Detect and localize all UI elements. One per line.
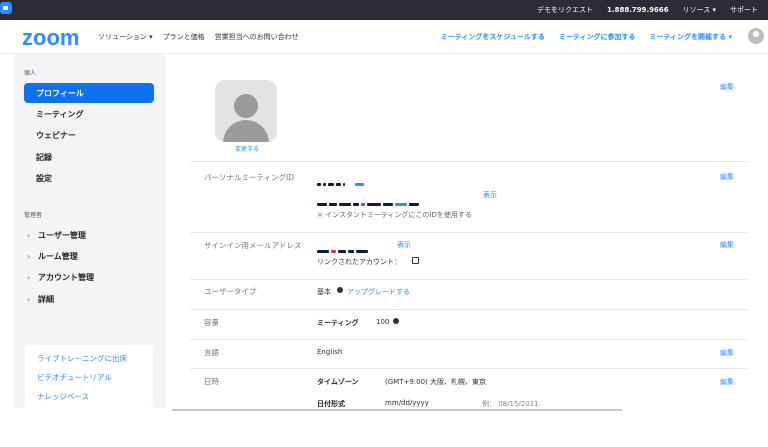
date-format-example: 例： 08/15/2011 <box>482 400 539 408</box>
signin-email-label: サインイン用メールアドレス <box>204 241 302 250</box>
solutions-menu[interactable]: ソリューション ▾ <box>98 32 153 42</box>
sidebar-item-label: ユーザー管理 <box>38 230 86 240</box>
language-label: 言語 <box>204 348 219 357</box>
video-tutorials-link[interactable]: ビデオチュートリアル <box>37 372 112 383</box>
instant-meeting-option[interactable]: × インスタントミーティングにこのIDを使用する <box>317 210 472 220</box>
sidebar-item-user-management[interactable]: › ユーザー管理 <box>24 225 154 245</box>
capacity-label: 容量 <box>204 318 219 327</box>
meeting-capacity-label: ミーティング <box>317 319 359 327</box>
sidebar-item-room-management[interactable]: › ルーム管理 <box>24 246 154 266</box>
edit-pmi-button[interactable]: 編集 <box>720 172 734 182</box>
edit-email-button[interactable]: 編集 <box>720 240 734 250</box>
live-training-link[interactable]: ライブトレーニングに出席 <box>37 353 127 364</box>
schedule-meeting-link[interactable]: ミーティングをスケジュールする <box>441 32 545 42</box>
request-demo-link[interactable]: デモをリクエスト <box>537 5 593 15</box>
support-link[interactable]: サポート <box>730 5 758 15</box>
help-circle-icon[interactable] <box>393 318 399 324</box>
knowledge-base-link[interactable]: ナレッジベース <box>37 391 89 402</box>
redacted-text <box>317 194 421 206</box>
date-format-label: 日付形式 <box>317 400 345 408</box>
language-row: 言語 English 編集 <box>190 340 748 369</box>
help-circle-icon[interactable] <box>337 287 343 293</box>
primary-nav: ソリューション ▾ プランと価格 営業担当へのお問い合わせ <box>98 20 299 54</box>
main-header: zoom ソリューション ▾ プランと価格 営業担当へのお問い合わせ ミーティン… <box>0 20 768 54</box>
join-meeting-link[interactable]: ミーティングに参加する <box>559 32 636 42</box>
sidebar-item-label: 詳細 <box>38 294 54 304</box>
edit-language-button[interactable]: 編集 <box>720 348 734 358</box>
sidebar-item-webinars[interactable]: ウェビナー <box>24 125 154 145</box>
upgrade-link[interactable]: アップグレードする <box>347 287 410 297</box>
sidebar-item-settings[interactable]: 設定 <box>24 168 154 188</box>
phone-number[interactable]: 1.888.799.9666 <box>607 6 669 14</box>
linked-accounts-label: リンクされたアカウント： <box>317 258 401 266</box>
date-format-value: mm/dd/yyyy <box>385 399 429 407</box>
sidebar-item-account-management[interactable]: › アカウント管理 <box>24 267 154 287</box>
sidebar-item-advanced[interactable]: › 詳細 <box>24 289 154 309</box>
top-utility-bar: デモをリクエスト 1.888.799.9666 リソース ▾ サポート <box>0 0 768 20</box>
plans-pricing-link[interactable]: プランと価格 <box>163 32 205 42</box>
resources-menu[interactable]: リソース ▾ <box>683 5 716 15</box>
redacted-text <box>317 241 370 253</box>
sidebar-item-profile[interactable]: プロフィール <box>24 83 154 103</box>
chevron-right-icon: › <box>27 251 31 261</box>
chevron-right-icon: › <box>27 230 31 240</box>
edit-picture-button[interactable]: 編集 <box>720 82 734 92</box>
datetime-label: 日時 <box>204 377 219 386</box>
window-bottom-edge <box>172 409 622 411</box>
pmi-row: パーソナルミーティングID 表示 × インスタントミーティングにこのIDを使用す… <box>190 162 748 233</box>
sidebar-section-personal: 個人 <box>24 70 37 77</box>
signin-email-row: サインイン用メールアドレス 表示 リンクされたアカウント： 編集 <box>190 233 748 280</box>
linked-account-icon <box>412 257 419 264</box>
profile-placeholder-icon[interactable] <box>215 80 277 142</box>
capacity-row: 容量 ミーティング 100 <box>190 310 748 340</box>
redacted-text <box>317 174 366 186</box>
language-value: English <box>317 348 343 356</box>
zoom-logo[interactable]: zoom <box>22 25 79 51</box>
utility-links: デモをリクエスト 1.888.799.9666 リソース ▾ サポート <box>537 0 758 20</box>
sidebar-item-recordings[interactable]: 記録 <box>24 147 154 167</box>
sidebar-section-admin: 管理者 <box>24 212 43 219</box>
profile-picture-row: 変更する 編集 <box>190 54 748 162</box>
meeting-actions-nav: ミーティングをスケジュールする ミーティングに参加する ミーティングを開催する … <box>441 20 732 54</box>
user-type-row: ユーザータイプ 基本 アップグレードする <box>190 280 748 310</box>
host-meeting-menu[interactable]: ミーティングを開催する ▾ <box>649 32 732 42</box>
edit-datetime-button[interactable]: 編集 <box>720 377 734 387</box>
contact-sales-link[interactable]: 営業担当へのお問い合わせ <box>215 32 299 42</box>
change-picture-link[interactable]: 変更する <box>235 144 259 153</box>
help-links-card: ライブトレーニングに出席 ビデオチュートリアル ナレッジベース <box>25 345 153 408</box>
avatar-icon[interactable] <box>748 28 764 44</box>
sidebar-item-meetings[interactable]: ミーティング <box>24 104 154 124</box>
datetime-row: 日時 タイムゾーン (GMT+9:00) 大阪、札幌、東京 日付形式 mm/dd… <box>190 369 748 419</box>
pmi-label: パーソナルミーティングID <box>204 173 295 182</box>
timezone-value: (GMT+9:00) 大阪、札幌、東京 <box>385 378 487 386</box>
sidebar-item-label: ルーム管理 <box>38 251 78 261</box>
sidebar-item-label: アカウント管理 <box>38 272 94 282</box>
meeting-capacity-value: 100 <box>376 318 390 326</box>
timezone-label: タイムゾーン <box>317 378 359 386</box>
zoom-app-icon <box>0 2 12 14</box>
show-email-link[interactable]: 表示 <box>397 240 411 250</box>
profile-content: 変更する 編集 パーソナルミーティングID 表示 × インスタントミーティングに… <box>180 54 768 447</box>
user-type-value: 基本 <box>317 288 331 296</box>
chevron-right-icon: › <box>27 272 31 282</box>
user-type-label: ユーザータイプ <box>204 287 257 296</box>
chevron-right-icon: › <box>27 294 31 304</box>
show-pmi-link[interactable]: 表示 <box>483 190 497 200</box>
